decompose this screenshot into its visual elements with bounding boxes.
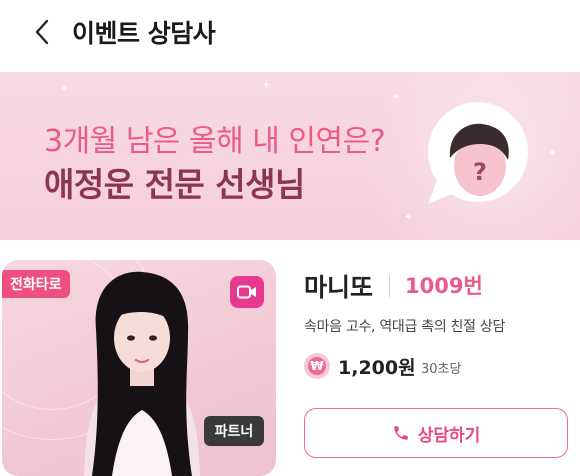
event-banner[interactable]: ✦ ✦ ✦ ✦ ✦ 3개월 남은 올해 내 인연은? 애정운 전문 선생님 ? [0, 72, 580, 240]
question-person-icon: ? [428, 102, 528, 204]
won-coin-icon: ₩ [304, 353, 330, 379]
svg-text:?: ? [473, 158, 487, 186]
counselor-description: 속마음 고수, 역대급 촉의 친절 상담 [304, 319, 506, 335]
chevron-left-icon [35, 19, 49, 45]
counselor-name[interactable]: 마니또 [304, 268, 373, 304]
back-button[interactable] [22, 12, 62, 52]
partner-badge: 파트너 [204, 416, 264, 446]
consult-button[interactable]: 상담하기 [304, 408, 568, 458]
service-type-tag: 전화타로 [2, 270, 70, 298]
consult-button-label: 상담하기 [417, 425, 481, 446]
sparkle-icon: ✦ [548, 148, 557, 159]
sparkle-icon: ✦ [60, 84, 69, 95]
name-divider [389, 275, 390, 297]
banner-subheadline: 애정운 전문 선생님 [44, 165, 305, 204]
page-title: 이벤트 상담사 [72, 19, 216, 48]
sparkle-icon: ✦ [404, 212, 413, 223]
sparkle-icon: ✦ [262, 80, 271, 91]
sparkle-icon: ✦ [392, 92, 401, 103]
counselor-number: 1009번 [405, 274, 483, 298]
banner-headline: 3개월 남은 올해 내 인연은? [44, 124, 386, 159]
price-value: 1,200원 [338, 357, 416, 379]
phone-icon [393, 426, 408, 440]
price-unit: 30초당 [421, 362, 462, 377]
video-call-button[interactable] [230, 276, 264, 308]
coin-symbol: ₩ [308, 357, 326, 375]
top-app-bar: 이벤트 상담사 [0, 0, 580, 72]
video-camera-icon [237, 285, 256, 299]
